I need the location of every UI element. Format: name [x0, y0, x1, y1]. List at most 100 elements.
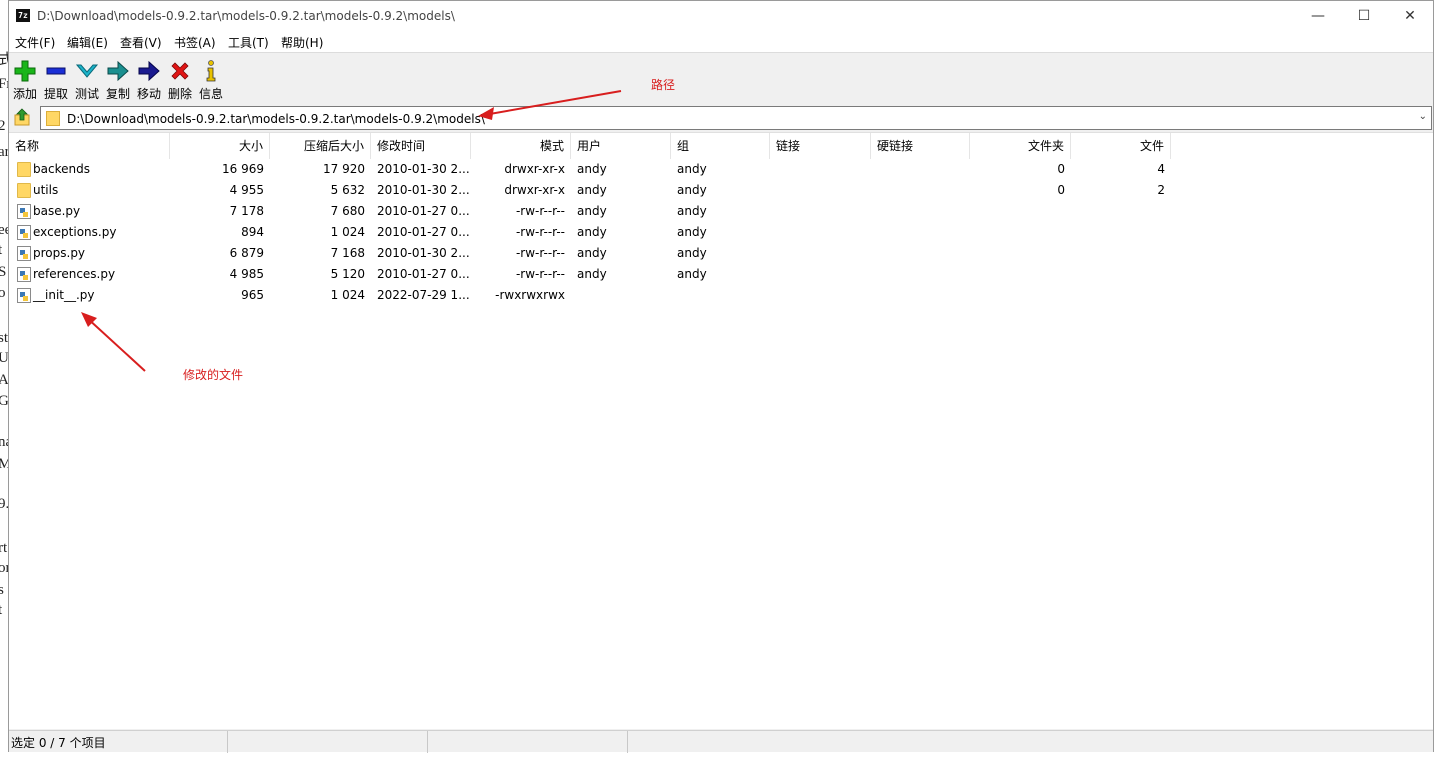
cell-user: andy [577, 246, 607, 260]
menu-edit[interactable]: 编辑(E) [67, 34, 108, 51]
up-folder-button[interactable] [12, 107, 34, 129]
column-header-hardlink[interactable]: 硬链接 [871, 133, 970, 159]
column-header-modified[interactable]: 修改时间 [371, 133, 471, 159]
menu-tools[interactable]: 工具(T) [228, 34, 269, 51]
copy-button[interactable]: 复制 [102, 57, 134, 102]
column-header-files[interactable]: 文件 [1071, 133, 1171, 159]
cell-folders [970, 264, 1071, 285]
cell-name: references.py [33, 267, 116, 281]
file-row[interactable]: props.py 6 879 7 168 2010-01-30 2... -rw-r--… [9, 243, 1433, 264]
move-button[interactable]: 移动 [133, 57, 165, 102]
chevron-down-icon[interactable]: ⌄ [1419, 111, 1427, 122]
cell-hardlink [871, 159, 970, 180]
cell-folders [970, 201, 1071, 222]
menu-help[interactable]: 帮助(H) [281, 34, 323, 51]
cell-size: 6 879 [229, 246, 264, 260]
cell-packed-size: 1 024 [330, 288, 365, 302]
column-header-folders[interactable]: 文件夹 [970, 133, 1071, 159]
column-header-name[interactable]: 名称 [9, 133, 170, 159]
cell-packed-size: 1 024 [330, 225, 365, 239]
background-text-fragment: S [0, 264, 7, 280]
cell-group [671, 285, 770, 306]
test-label: 测试 [74, 87, 99, 101]
delete-label: 删除 [167, 87, 192, 101]
folder-row[interactable]: utils 4 955 5 632 2010-01-30 2... drwxr-xr-x… [9, 180, 1433, 201]
column-header-size[interactable]: 大小 [170, 133, 270, 159]
cell-user [571, 285, 671, 306]
cell-user: andy [577, 183, 607, 197]
column-header-mode[interactable]: 模式 [471, 133, 571, 159]
cell-files [1071, 264, 1171, 285]
folder-row[interactable]: backends 16 969 17 920 2010-01-30 2... drwxr… [9, 159, 1433, 180]
column-header-link[interactable]: 链接 [770, 133, 871, 159]
background-text-fragment: t [0, 602, 3, 618]
test-button[interactable]: 测试 [71, 57, 103, 102]
title-bar: 7z D:\Download\models-0.9.2.tar\models-0… [9, 1, 1433, 32]
file-row[interactable]: references.py 4 985 5 120 2010-01-27 0... -r… [9, 264, 1433, 285]
check-down-icon [75, 64, 99, 78]
add-button[interactable]: 添加 [9, 57, 41, 102]
file-row[interactable]: base.py 7 178 7 680 2010-01-27 0... -rw-r--r… [9, 201, 1433, 222]
cell-hardlink [871, 264, 970, 285]
cell-name: props.py [33, 246, 86, 260]
cell-packed-size: 7 680 [330, 204, 365, 218]
file-row[interactable]: __init__.py 965 1 024 2022-07-29 1... -rwxrw… [9, 285, 1433, 306]
file-row[interactable]: exceptions.py 894 1 024 2010-01-27 0... -rw-… [9, 222, 1433, 243]
cell-size: 16 969 [222, 162, 264, 176]
cell-files: 4 [1157, 162, 1165, 176]
extract-label: 提取 [43, 87, 68, 101]
cell-files [1071, 201, 1171, 222]
cell-user: andy [577, 162, 607, 176]
cell-link [770, 243, 871, 264]
background-text-fragment: s [0, 582, 4, 598]
move-arrow-icon [138, 60, 160, 82]
cell-link [770, 180, 871, 201]
extract-button[interactable]: 提取 [40, 57, 72, 102]
background-text-fragment: st [0, 330, 9, 346]
status-segment [428, 731, 628, 753]
delete-button[interactable]: 删除 [164, 57, 196, 102]
cell-mode: -rw-r--r-- [515, 246, 565, 260]
cell-modified: 2010-01-27 0... [377, 225, 470, 239]
minimize-button[interactable]: — [1295, 1, 1341, 32]
cell-modified: 2010-01-30 2... [377, 246, 470, 260]
path-input[interactable]: D:\Download\models-0.9.2.tar\models-0.9.… [40, 106, 1432, 130]
add-label: 添加 [12, 87, 37, 101]
maximize-button[interactable]: ☐ [1341, 1, 1387, 32]
column-header-user[interactable]: 用户 [571, 133, 671, 159]
cell-modified: 2010-01-27 0... [377, 204, 470, 218]
cell-user: andy [577, 267, 607, 281]
info-icon [206, 60, 216, 82]
modified-file-annotation: 修改的文件 [183, 368, 244, 382]
status-bar: 选定 0 / 7 个项目 [9, 730, 1433, 753]
cell-group: andy [677, 204, 707, 218]
cell-modified: 2010-01-27 0... [377, 267, 470, 281]
cell-user: andy [577, 204, 607, 218]
cell-group: andy [677, 267, 707, 281]
cell-modified: 2022-07-29 1... [377, 288, 470, 302]
cell-modified: 2010-01-30 2... [377, 183, 470, 197]
cell-link [770, 159, 871, 180]
cell-user: andy [577, 225, 607, 239]
column-header-packed-size[interactable]: 压缩后大小 [270, 133, 371, 159]
cell-packed-size: 5 120 [330, 267, 365, 281]
cell-mode: -rw-r--r-- [515, 204, 565, 218]
delete-x-icon [171, 62, 189, 80]
close-button[interactable]: ✕ [1387, 1, 1433, 32]
cell-mode: drwxr-xr-x [504, 183, 565, 197]
background-text-fragment: rt [0, 540, 8, 556]
cell-size: 4 955 [229, 183, 264, 197]
menu-view[interactable]: 查看(V) [120, 34, 162, 51]
cell-mode: -rw-r--r-- [515, 267, 565, 281]
cell-hardlink [871, 201, 970, 222]
cell-size: 894 [241, 225, 264, 239]
cell-size: 965 [241, 288, 264, 302]
menu-bookmarks[interactable]: 书签(A) [174, 34, 216, 51]
cell-group: andy [677, 183, 707, 197]
info-button[interactable]: 信息 [195, 57, 227, 102]
up-arrow-folder-icon [14, 108, 30, 126]
7zip-app-icon: 7z [16, 9, 30, 22]
menu-file[interactable]: 文件(F) [15, 34, 55, 51]
cell-mode: -rw-r--r-- [515, 225, 565, 239]
column-header-group[interactable]: 组 [671, 133, 770, 159]
